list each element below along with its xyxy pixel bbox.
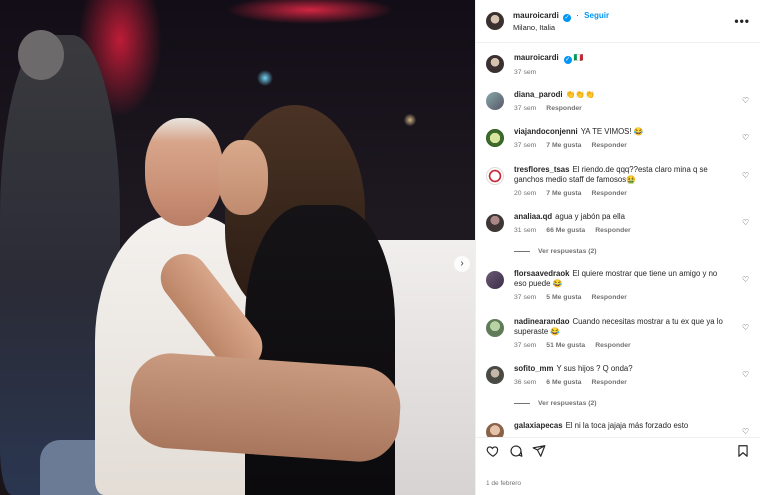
comment-username[interactable]: tresflores_tsas: [514, 165, 569, 174]
comment-age: 36 sem: [514, 379, 537, 386]
heart-icon[interactable]: ♡: [742, 428, 750, 436]
comment-item: analiaa.qd agua y jabón pa ella 31 sem 66 …: [486, 212, 750, 236]
comment-age: 37 sem: [514, 142, 537, 149]
verified-badge-icon: ✓: [563, 56, 572, 64]
comment-likes[interactable]: 7 Me gusta: [546, 142, 581, 149]
comment-username[interactable]: galaxiapecas: [514, 421, 563, 430]
comment-username[interactable]: florsaavedraok: [514, 269, 569, 278]
comment-text: 👏👏👏: [565, 90, 595, 99]
background-person-head: [18, 30, 64, 80]
reply-button[interactable]: Responder: [595, 342, 631, 349]
comment-item: florsaavedraok El quiere mostrar que tien…: [486, 269, 750, 303]
reply-button[interactable]: Responder: [595, 227, 631, 234]
heart-icon[interactable]: ♡: [742, 134, 750, 142]
comment-likes[interactable]: 5 Me gusta: [546, 294, 581, 301]
avatar[interactable]: [486, 319, 504, 337]
comment-item: nadinearandao Cuando necesitas mostrar a …: [486, 317, 750, 351]
next-photo-button[interactable]: ›: [454, 256, 470, 272]
caption-age: 37 sem: [514, 69, 537, 76]
comment-likes[interactable]: 51 Me gusta: [546, 342, 585, 349]
reply-button[interactable]: Responder: [591, 294, 627, 301]
comment-age: 20 sem: [514, 190, 537, 197]
comment-item: galaxiapecas El ni la toca jajaja más for…: [486, 421, 750, 437]
heart-icon[interactable]: ♡: [742, 97, 750, 105]
more-options-icon[interactable]: •••: [734, 14, 750, 28]
comment-text: El ni la toca jajaja más forzado esto: [565, 421, 689, 430]
chevron-right-icon: ›: [460, 258, 464, 269]
comment-icon[interactable]: [508, 444, 524, 460]
comment-text: Y sus hijos ? Q onda?: [556, 364, 633, 373]
heart-icon[interactable]: ♡: [742, 324, 750, 332]
comment-username[interactable]: nadinearandao: [514, 317, 569, 326]
comments-list[interactable]: mauroicardi ✓ 🇮🇹 37 sem diana_parodi 👏👏👏 3…: [476, 44, 760, 437]
heart-icon[interactable]: ♡: [742, 219, 750, 227]
separator-dot: ·: [576, 10, 579, 20]
author-username[interactable]: mauroicardi: [513, 11, 559, 20]
share-icon[interactable]: [531, 444, 547, 460]
avatar[interactable]: [486, 12, 504, 30]
comment-text: YA TE VIMOS! 😂: [580, 127, 644, 136]
caption: mauroicardi ✓ 🇮🇹 37 sem: [486, 53, 750, 78]
woman-face: [218, 140, 268, 215]
location-link[interactable]: Milano, Italia: [513, 22, 609, 33]
heart-icon[interactable]: ♡: [742, 371, 750, 379]
post-header: mauroicardi ✓ · Seguir Milano, Italia ••…: [476, 0, 760, 43]
comment-age: 37 sem: [514, 294, 537, 301]
avatar[interactable]: [486, 271, 504, 289]
view-replies-button[interactable]: Ver respuestas (2): [514, 400, 597, 407]
like-heart-icon[interactable]: [485, 444, 501, 460]
action-bar: [476, 437, 760, 467]
man-head: [145, 118, 223, 226]
comment-item: tresflores_tsas El riendo.de qqq??esta cl…: [486, 165, 750, 199]
caption-text: 🇮🇹: [573, 53, 584, 62]
comment-age: 37 sem: [514, 342, 537, 349]
reply-button[interactable]: Responder: [591, 190, 627, 197]
comment-item: viajandoconjenni YA TE VIMOS! 😂 37 sem 7 M…: [486, 127, 750, 151]
avatar[interactable]: [486, 55, 504, 73]
comment-item: diana_parodi 👏👏👏 37 sem Responder ♡: [486, 90, 750, 114]
avatar[interactable]: [486, 129, 504, 147]
post-date[interactable]: 1 de febrero: [486, 480, 521, 487]
reply-button[interactable]: Responder: [591, 379, 627, 386]
verified-badge-icon: ✓: [563, 13, 572, 22]
comment-age: 31 sem: [514, 227, 537, 234]
comment-likes[interactable]: 7 Me gusta: [546, 190, 581, 197]
bookmark-icon[interactable]: [735, 444, 751, 460]
comment-age: 37 sem: [514, 105, 537, 112]
man-tattooed-arm: [127, 350, 403, 465]
comment-text: agua y jabón pa ella: [555, 212, 625, 221]
avatar[interactable]: [486, 423, 504, 437]
caption-username[interactable]: mauroicardi: [514, 53, 559, 62]
avatar[interactable]: [486, 366, 504, 384]
follow-button[interactable]: Seguir: [584, 11, 609, 20]
avatar[interactable]: [486, 92, 504, 110]
comment-username[interactable]: diana_parodi: [514, 90, 563, 99]
reply-button[interactable]: Responder: [546, 105, 582, 112]
comment-username[interactable]: sofito_mm: [514, 364, 553, 373]
post-photo[interactable]: ›: [0, 0, 475, 495]
comment-likes[interactable]: 66 Me gusta: [546, 227, 585, 234]
comment-username[interactable]: viajandoconjenni: [514, 127, 578, 136]
comment-username[interactable]: analiaa.qd: [514, 212, 552, 221]
reply-button[interactable]: Responder: [591, 142, 627, 149]
heart-icon[interactable]: ♡: [742, 276, 750, 284]
view-replies-button[interactable]: Ver respuestas (2): [514, 248, 597, 255]
avatar[interactable]: [486, 214, 504, 232]
comment-likes[interactable]: 6 Me gusta: [546, 379, 581, 386]
avatar[interactable]: [486, 167, 504, 185]
heart-icon[interactable]: ♡: [742, 172, 750, 180]
post-dialog: › mauroicardi ✓ · Seguir Milano, Italia …: [0, 0, 760, 495]
post-side-panel: mauroicardi ✓ · Seguir Milano, Italia ••…: [475, 0, 760, 495]
comment-item: sofito_mm Y sus hijos ? Q onda? 36 sem 6 M…: [486, 364, 750, 388]
